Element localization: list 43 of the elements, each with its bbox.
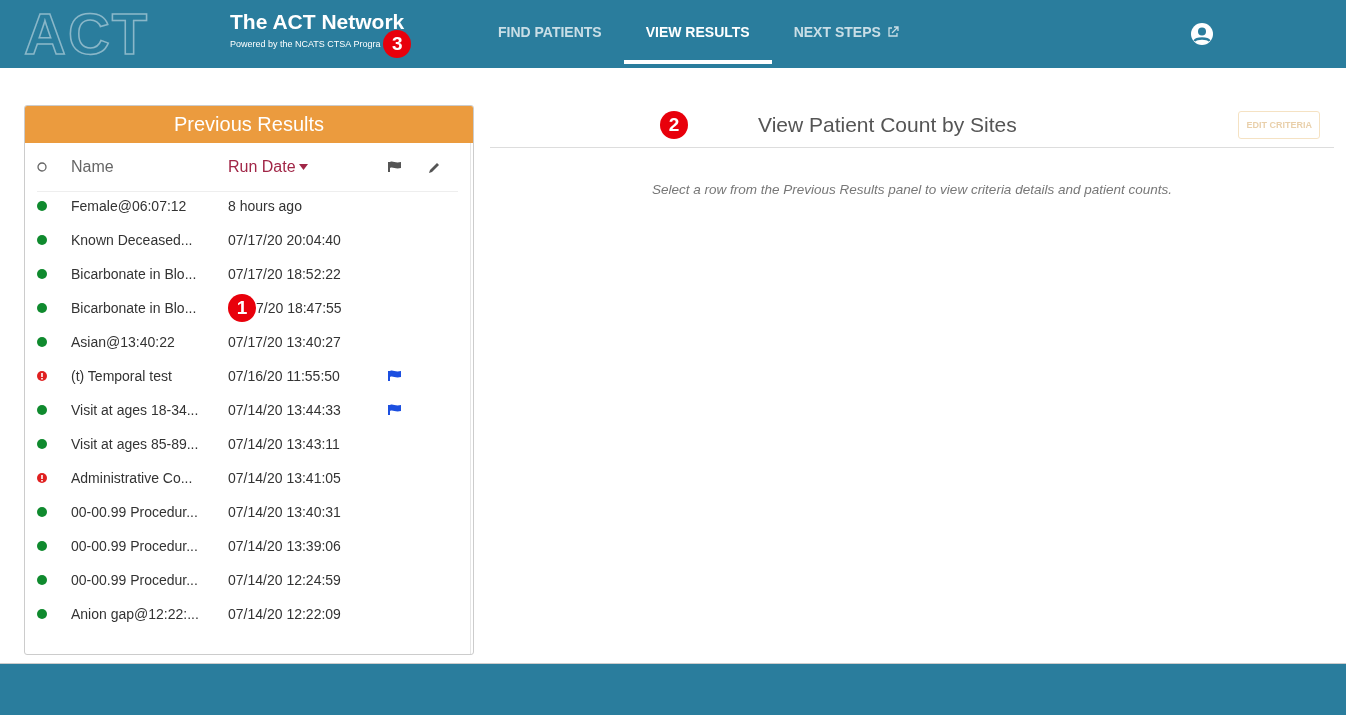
result-name[interactable]: 00-00.99 Procedur... xyxy=(71,504,228,520)
pencil-icon xyxy=(428,160,441,174)
result-name[interactable]: 00-00.99 Procedur... xyxy=(71,538,228,554)
callout-number: 2 xyxy=(660,111,688,139)
result-name[interactable]: Bicarbonate in Blo... xyxy=(71,266,228,282)
result-name[interactable]: Bicarbonate in Blo... xyxy=(71,300,228,316)
result-name[interactable]: Administrative Co... xyxy=(71,470,228,486)
run-date: 7/20 18:47:55 xyxy=(256,300,342,316)
run-date: 07/14/20 13:41:05 xyxy=(228,470,341,486)
result-name[interactable]: Asian@13:40:22 xyxy=(71,334,228,350)
run-date: 07/14/20 13:40:31 xyxy=(228,504,341,520)
run-date: 07/14/20 13:43:11 xyxy=(228,436,340,452)
run-date: 07/14/20 12:22:09 xyxy=(228,606,341,622)
result-name[interactable]: Visit at ages 18-34... xyxy=(71,402,228,418)
run-date: 07/17/20 13:40:27 xyxy=(228,334,341,350)
run-date: 07/14/20 12:24:59 xyxy=(228,572,341,588)
run-date: 07/17/20 20:04:40 xyxy=(228,232,341,248)
callout-number: 1 xyxy=(228,294,256,322)
instruction-text: Select a row from the Previous Results panel to view criteria details and patient counts. xyxy=(651,182,1173,197)
column-header[interactable]: Run Date xyxy=(228,158,388,176)
sort-caret-icon xyxy=(298,164,308,170)
result-name[interactable]: Visit at ages 85-89... xyxy=(71,436,228,452)
nav-tab[interactable]: VIEW RESULTS xyxy=(623,4,772,64)
site-subtitle: Powered by the NCATS CTSA Progra xyxy=(230,38,381,49)
view-title: View Patient Count by Sites xyxy=(758,113,1017,137)
result-name[interactable]: Anion gap@12:22:... xyxy=(71,606,228,622)
flag-icon xyxy=(388,161,402,173)
result-name[interactable]: 00-00.99 Procedur... xyxy=(71,572,228,588)
result-name[interactable]: Female@06:07:12 xyxy=(71,198,228,214)
run-date: 07/17/20 18:52:22 xyxy=(228,266,341,282)
external-link-icon xyxy=(886,26,899,38)
run-date: 07/14/20 13:44:33 xyxy=(228,402,341,418)
result-name[interactable]: Known Deceased... xyxy=(71,232,228,248)
user-account-icon[interactable] xyxy=(1190,22,1214,46)
panel-title: Previous Results xyxy=(25,106,473,143)
run-date: 8 hours ago xyxy=(228,198,302,214)
callout-number: 3 xyxy=(383,29,412,58)
act-logo: ACT xyxy=(24,5,151,63)
run-date: 07/14/20 13:39:06 xyxy=(228,538,341,554)
result-name[interactable]: (t) Temporal test xyxy=(71,368,228,384)
run-date: 07/16/20 11:55:50 xyxy=(228,368,340,384)
select-all-radio[interactable] xyxy=(37,162,47,172)
column-header[interactable]: Name xyxy=(71,158,228,176)
